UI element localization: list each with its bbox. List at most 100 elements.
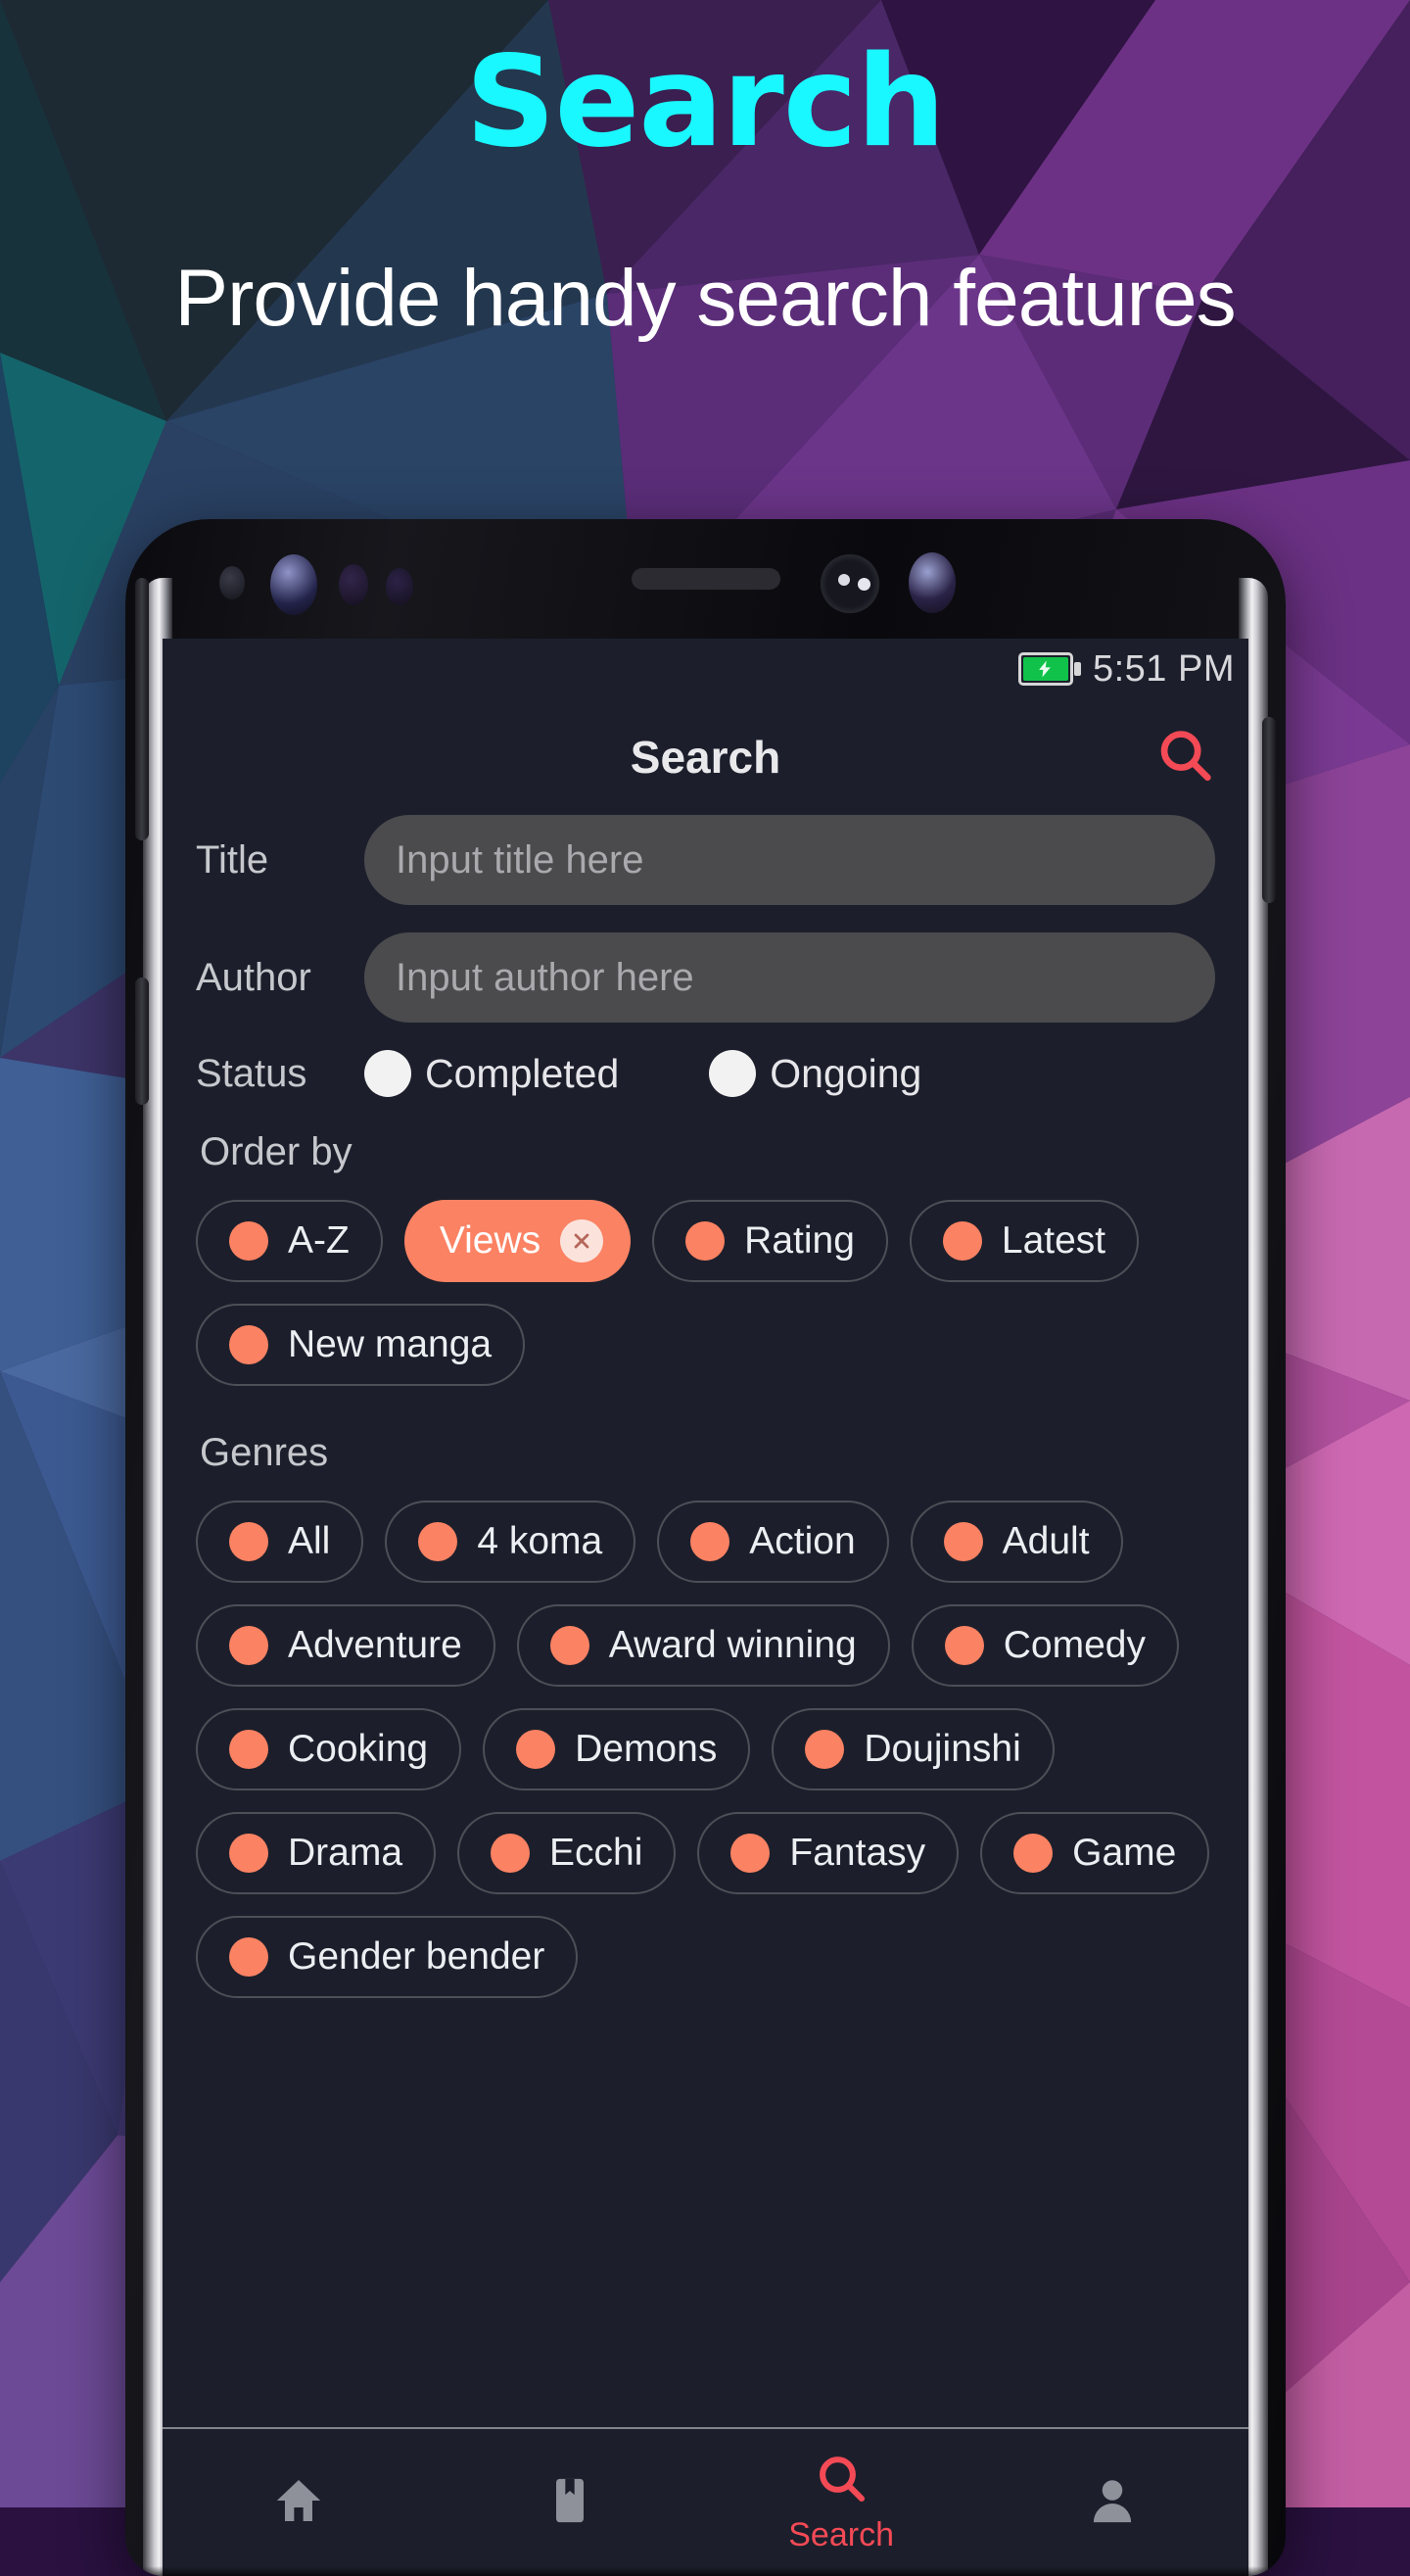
iris-scanner-icon bbox=[270, 554, 317, 615]
order-by-label: Order by bbox=[200, 1130, 352, 1173]
phone-top-bezel bbox=[125, 519, 1286, 639]
genre-chip[interactable]: Game bbox=[980, 1812, 1210, 1894]
status-option-ongoing-label: Ongoing bbox=[770, 1050, 922, 1096]
genre-chip[interactable]: 4 koma bbox=[385, 1501, 636, 1583]
chip-dot-icon bbox=[418, 1522, 458, 1561]
status-label: Status bbox=[196, 1051, 307, 1095]
search-icon bbox=[814, 2451, 869, 2510]
chip-dot-icon bbox=[942, 1221, 982, 1261]
genre-chip[interactable]: Demons bbox=[483, 1708, 751, 1790]
author-input-placeholder: Input author here bbox=[396, 955, 694, 999]
app-bar: Search bbox=[163, 699, 1248, 815]
genres-section: Genres All 4 koma Action Adult Adventure Awar… bbox=[196, 1431, 1215, 1998]
genre-chip[interactable]: All bbox=[196, 1501, 364, 1583]
genre-chip[interactable]: Award winning bbox=[516, 1604, 890, 1687]
ir-emitter-dots bbox=[838, 574, 850, 586]
chip-dot-icon bbox=[944, 1626, 984, 1665]
chip-label: 4 koma bbox=[477, 1520, 603, 1562]
nav-item-bookmark[interactable] bbox=[434, 2473, 705, 2533]
search-icon[interactable] bbox=[1154, 725, 1215, 790]
genre-chip[interactable]: Ecchi bbox=[457, 1812, 677, 1894]
chip-dot-icon bbox=[229, 1221, 268, 1261]
chip-dot-icon bbox=[229, 1730, 268, 1769]
chip-label: Doujinshi bbox=[864, 1728, 1021, 1770]
radio-icon bbox=[709, 1050, 757, 1097]
title-label: Title bbox=[196, 837, 269, 882]
title-field-row: Title Input title here bbox=[196, 815, 1215, 905]
author-label: Author bbox=[196, 955, 311, 999]
chip-dot-icon bbox=[229, 1325, 268, 1364]
ir-emitter-icon bbox=[821, 554, 879, 613]
chip-dot-icon bbox=[516, 1730, 556, 1769]
bottom-navigation-bar: Search bbox=[163, 2429, 1248, 2576]
promo-title-text: Search bbox=[465, 29, 945, 175]
bookmark-icon bbox=[542, 2473, 597, 2533]
radio-icon bbox=[364, 1050, 411, 1097]
chip-dot-icon bbox=[491, 1834, 531, 1873]
chip-label: Fantasy bbox=[789, 1832, 926, 1874]
front-camera-icon bbox=[909, 552, 956, 613]
phone-frame: 5:51 PM Search Title Input title here Au… bbox=[125, 519, 1286, 2576]
close-icon[interactable] bbox=[560, 1219, 604, 1263]
genre-chip[interactable]: Adult bbox=[910, 1501, 1123, 1583]
chip-dot-icon bbox=[229, 1522, 268, 1561]
promo-title: Search bbox=[0, 36, 1410, 168]
status-bar: 5:51 PM bbox=[163, 639, 1248, 699]
status-option-completed-label: Completed bbox=[425, 1050, 620, 1096]
genre-chip[interactable]: Gender bender bbox=[196, 1916, 579, 1998]
chip-dot-icon bbox=[1013, 1834, 1054, 1873]
nav-item-home[interactable] bbox=[163, 2473, 434, 2533]
earpiece-speaker bbox=[631, 568, 780, 590]
led-indicator-icon bbox=[386, 568, 413, 605]
order-by-chip[interactable]: Views bbox=[403, 1200, 632, 1282]
genre-chip[interactable]: Doujinshi bbox=[772, 1708, 1055, 1790]
home-icon bbox=[271, 2473, 326, 2533]
chip-dot-icon bbox=[805, 1730, 845, 1769]
nav-item-person[interactable] bbox=[977, 2473, 1248, 2533]
nav-item-search[interactable]: Search bbox=[706, 2451, 977, 2554]
title-input[interactable]: Input title here bbox=[364, 815, 1215, 905]
chip-label: Views bbox=[439, 1219, 541, 1262]
genre-chip[interactable]: Action bbox=[657, 1501, 889, 1583]
genres-chip-group: All 4 koma Action Adult Adventure Award winni… bbox=[196, 1501, 1215, 1998]
chip-label: Rating bbox=[744, 1219, 855, 1262]
assistant-button[interactable] bbox=[135, 978, 149, 1105]
chip-label: A-Z bbox=[288, 1219, 350, 1262]
author-input[interactable]: Input author here bbox=[364, 932, 1215, 1023]
status-bar-clock: 5:51 PM bbox=[1092, 647, 1235, 690]
chip-dot-icon bbox=[229, 1834, 268, 1873]
genres-label: Genres bbox=[200, 1431, 329, 1474]
order-by-chip[interactable]: Latest bbox=[909, 1200, 1140, 1282]
chip-dot-icon bbox=[549, 1626, 589, 1665]
genre-chip[interactable]: Cooking bbox=[196, 1708, 462, 1790]
chip-label: Demons bbox=[575, 1728, 718, 1770]
chip-label: New manga bbox=[288, 1323, 493, 1365]
chip-label: All bbox=[288, 1520, 331, 1562]
order-by-chip[interactable]: A-Z bbox=[196, 1200, 383, 1282]
page-title: Search bbox=[630, 732, 781, 783]
power-button[interactable] bbox=[1262, 717, 1276, 903]
order-by-chip[interactable]: New manga bbox=[196, 1304, 526, 1386]
phone-screen: 5:51 PM Search Title Input title here Au… bbox=[163, 639, 1248, 2576]
title-input-placeholder: Input title here bbox=[396, 837, 644, 882]
phone-mockup: 5:51 PM Search Title Input title here Au… bbox=[125, 519, 1286, 2576]
chip-dot-icon bbox=[730, 1834, 771, 1873]
chip-label: Drama bbox=[288, 1832, 403, 1874]
order-by-chip[interactable]: Rating bbox=[652, 1200, 888, 1282]
chip-label: Adventure bbox=[288, 1624, 462, 1666]
genre-chip[interactable]: Drama bbox=[196, 1812, 437, 1894]
chip-dot-icon bbox=[943, 1522, 983, 1561]
genre-chip[interactable]: Comedy bbox=[911, 1604, 1179, 1687]
order-by-chip-group: A-Z Views Rating Latest New manga bbox=[196, 1200, 1215, 1386]
chip-dot-icon bbox=[690, 1522, 730, 1561]
status-option-completed[interactable]: Completed bbox=[364, 1050, 619, 1097]
status-row: Status Completed Ongoing bbox=[196, 1050, 1215, 1097]
genre-chip[interactable]: Fantasy bbox=[697, 1812, 960, 1894]
chip-label: Gender bender bbox=[288, 1935, 545, 1978]
battery-charging-icon bbox=[1017, 652, 1081, 686]
search-form: Title Input title here Author Input auth… bbox=[163, 815, 1248, 1998]
chip-label: Adult bbox=[1002, 1520, 1090, 1562]
chip-label: Cooking bbox=[288, 1728, 429, 1770]
genre-chip[interactable]: Adventure bbox=[196, 1604, 495, 1687]
status-option-ongoing[interactable]: Ongoing bbox=[709, 1050, 921, 1097]
